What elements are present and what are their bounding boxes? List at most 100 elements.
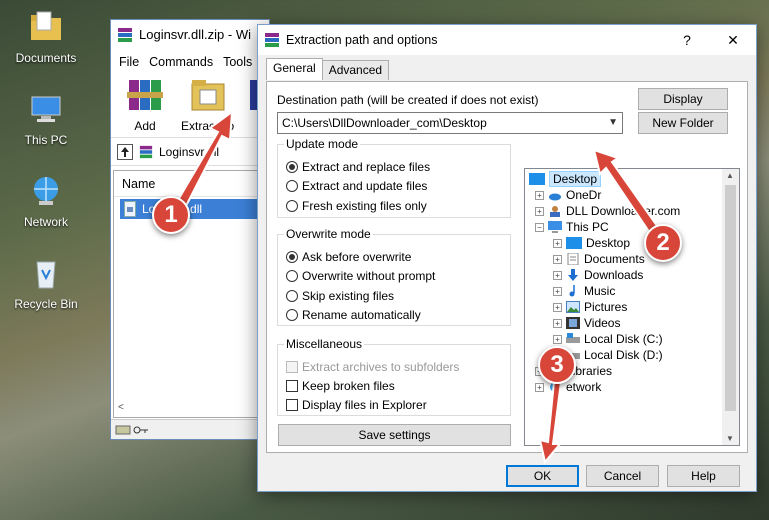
tree-node-pc-desktop[interactable]: + Desktop	[553, 235, 630, 251]
radio-extract-replace[interactable]: Extract and replace files	[286, 159, 430, 175]
expand-icon[interactable]: +	[553, 254, 562, 264]
scroll-left-arrow[interactable]: <	[118, 402, 124, 413]
tree-node-music[interactable]: + Music	[553, 283, 615, 299]
radio-ask-before[interactable]: Ask before overwrite	[286, 249, 411, 265]
documents-icon	[567, 253, 579, 265]
dialog-title-bar: Extraction path and options ? ✕	[258, 25, 756, 55]
help-title-button[interactable]: ?	[664, 32, 710, 48]
winrar-file-list[interactable]: Name Loginsvr.dll <	[113, 170, 267, 418]
tree-node-pictures[interactable]: + Pictures	[553, 299, 627, 315]
step-marker-2: 2	[644, 224, 682, 262]
overwrite-mode-group: Overwrite mode Ask before overwrite Over…	[277, 227, 511, 326]
checkbox[interactable]	[286, 399, 298, 411]
name-column-header[interactable]: Name	[114, 171, 266, 197]
tree-node-user[interactable]: + DLL Downloader.com	[535, 203, 680, 219]
expand-icon[interactable]: +	[553, 318, 562, 328]
option-label: Extract archives to subfolders	[302, 360, 460, 374]
radio-rename-auto[interactable]: Rename automatically	[286, 307, 421, 323]
tab-general[interactable]: General	[266, 58, 323, 80]
menu-commands[interactable]: Commands	[149, 55, 213, 69]
file-row[interactable]: Loginsvr.dll	[120, 199, 264, 219]
expand-icon[interactable]: +	[535, 190, 544, 200]
add-label: Add	[134, 119, 156, 133]
radio-unselected[interactable]	[286, 200, 298, 212]
radio-unselected[interactable]	[286, 180, 298, 192]
extraction-dialog[interactable]: Extraction path and options ? ✕ General …	[257, 24, 757, 492]
menu-tools[interactable]: Tools	[223, 55, 252, 69]
dialog-title: Extraction path and options	[286, 33, 438, 47]
tab-advanced[interactable]: Advanced	[321, 60, 390, 80]
expand-icon[interactable]: +	[553, 334, 562, 344]
destination-label: Destination path (will be created if doe…	[277, 93, 539, 107]
extract-to-button[interactable]: Extract To	[181, 74, 234, 137]
save-settings-button[interactable]: Save settings	[278, 424, 511, 446]
tree-node-disk-c[interactable]: + Local Disk (C:)	[553, 331, 663, 347]
drive-icon	[566, 333, 580, 343]
checkbox-disabled[interactable]	[286, 361, 298, 373]
chevron-down-icon[interactable]: ▼	[608, 113, 618, 133]
tree-scrollbar[interactable]: ▲ ▼	[722, 169, 739, 445]
expand-icon[interactable]: +	[535, 382, 544, 392]
expand-icon[interactable]: +	[535, 206, 544, 216]
desktop-icon-this-pc[interactable]: This PC	[8, 92, 84, 147]
tree-node-videos[interactable]: + Videos	[553, 315, 620, 331]
scroll-up-arrow[interactable]: ▲	[726, 171, 734, 180]
radio-overwrite-without[interactable]: Overwrite without prompt	[286, 268, 435, 284]
radio-selected[interactable]	[286, 161, 298, 173]
cancel-button[interactable]: Cancel	[586, 465, 659, 487]
check-keep-broken[interactable]: Keep broken files	[286, 378, 395, 394]
desktop-icon-recycle-bin[interactable]: Recycle Bin	[8, 256, 84, 311]
radio-selected[interactable]	[286, 251, 298, 263]
winrar-window[interactable]: Loginsvr.dll.zip - Wi File Commands Tool…	[110, 19, 270, 440]
radio-extract-update[interactable]: Extract and update files	[286, 178, 427, 194]
close-button[interactable]: ✕	[710, 32, 756, 49]
expand-icon[interactable]: +	[553, 270, 562, 280]
desktop-icon-label: Network	[23, 215, 68, 229]
check-extract-subfolders[interactable]: Extract archives to subfolders	[286, 359, 459, 375]
computer-icon	[31, 96, 61, 122]
checkbox[interactable]	[286, 380, 298, 392]
winrar-menu-bar: File Commands Tools	[111, 50, 269, 74]
option-label: Keep broken files	[302, 379, 395, 393]
tree-label: Downloads	[584, 268, 644, 282]
expand-icon[interactable]: +	[553, 286, 562, 296]
tree-label: Music	[584, 284, 616, 298]
add-button[interactable]: Add	[123, 74, 167, 137]
drive-key-icon	[115, 425, 148, 435]
radio-unselected[interactable]	[286, 270, 298, 282]
tree-node-network[interactable]: + etwork	[535, 379, 601, 395]
display-button[interactable]: Display	[638, 88, 728, 110]
scroll-thumb[interactable]	[725, 185, 736, 411]
tree-node-this-pc[interactable]: − This PC	[535, 219, 609, 235]
desktop-icon-label: Documents	[15, 51, 77, 65]
update-mode-group: Update mode Extract and replace files Ex…	[277, 137, 511, 218]
help-button[interactable]: Help	[667, 465, 740, 487]
tree-node-downloads[interactable]: + Downloads	[553, 267, 643, 283]
extract-to-label: Extract To	[181, 119, 235, 133]
recycle-bin-icon	[36, 261, 56, 289]
option-label: Ask before overwrite	[302, 250, 412, 264]
check-display-explorer[interactable]: Display files in Explorer	[286, 397, 427, 413]
tree-node-documents[interactable]: + Documents	[553, 251, 645, 267]
menu-file[interactable]: File	[119, 55, 139, 69]
radio-unselected[interactable]	[286, 309, 298, 321]
destination-path-input[interactable]: C:\Users\DllDownloader_com\Desktop ▼	[277, 112, 623, 134]
expand-icon[interactable]: +	[553, 302, 562, 312]
ok-button[interactable]: OK	[506, 465, 579, 487]
tree-node-desktop[interactable]: Desktop	[529, 171, 602, 187]
expand-icon[interactable]: +	[553, 238, 562, 248]
folder-tree[interactable]: Desktop + OneDr + DLL Downloader.com − T…	[524, 168, 740, 446]
radio-unselected[interactable]	[286, 290, 298, 302]
radio-skip-existing[interactable]: Skip existing files	[286, 288, 394, 304]
collapse-icon[interactable]: −	[535, 222, 544, 232]
option-label: Skip existing files	[302, 289, 395, 303]
tree-node-onedrive[interactable]: + OneDr	[535, 187, 601, 203]
desktop-icon-network[interactable]: Network	[8, 174, 84, 229]
tree-label: Desktop	[549, 171, 602, 187]
up-folder-icon[interactable]	[117, 143, 133, 160]
destination-path-value: C:\Users\DllDownloader_com\Desktop	[282, 116, 487, 130]
radio-fresh-existing[interactable]: Fresh existing files only	[286, 198, 427, 214]
desktop-icon-documents[interactable]: Documents	[8, 10, 84, 65]
scroll-down-arrow[interactable]: ▼	[726, 434, 734, 443]
new-folder-button[interactable]: New Folder	[638, 112, 728, 134]
